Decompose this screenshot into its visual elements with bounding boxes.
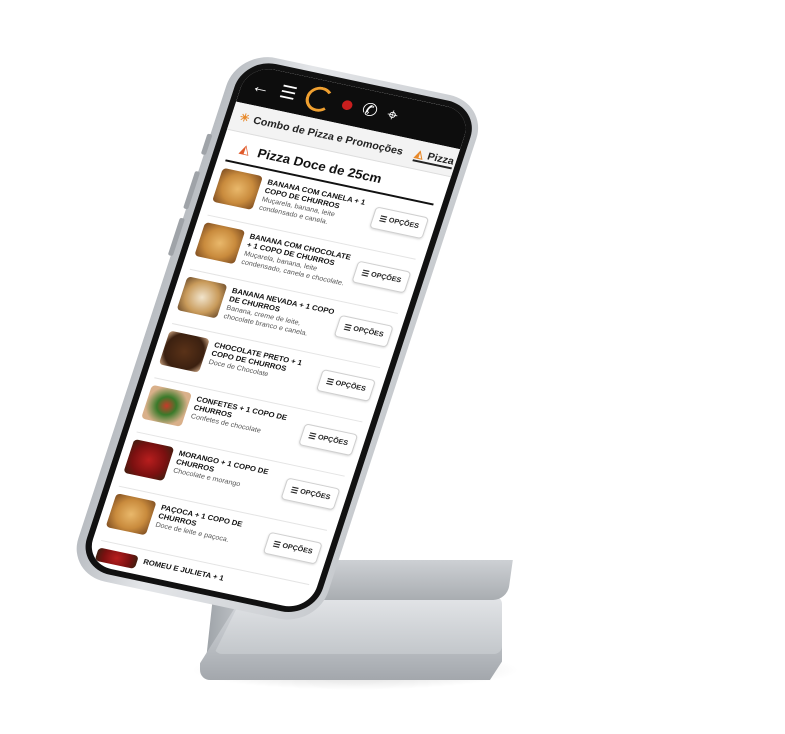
options-label: OPÇÕES <box>316 434 349 448</box>
list-icon: ☰ <box>324 377 335 388</box>
list-icon: ☰ <box>360 268 371 279</box>
options-label: OPÇÕES <box>352 325 385 339</box>
notification-dot <box>340 99 354 111</box>
options-label: OPÇÕES <box>387 217 420 231</box>
phone: ← ☰ ✆ ⌖ ☀ Combo de Pizza e Promoções ◭ P… <box>66 50 488 627</box>
tab-pizza[interactable]: ◭ Pizza <box>412 147 456 170</box>
sun-icon: ☀ <box>237 111 252 126</box>
options-button[interactable]: ☰ OPÇÕES <box>262 531 323 565</box>
list-icon: ☰ <box>378 214 389 225</box>
tab-label: Pizza <box>425 150 456 168</box>
options-button[interactable]: ☰ OPÇÕES <box>280 477 341 511</box>
product-image <box>158 330 210 373</box>
options-button[interactable]: ☰ OPÇÕES <box>298 423 359 457</box>
product-image <box>194 222 246 265</box>
list-icon: ☰ <box>307 431 318 442</box>
pizza-icon: ◭ <box>413 148 426 162</box>
map-icon[interactable]: ⌖ <box>384 104 400 125</box>
options-button[interactable]: ☰ OPÇÕES <box>369 206 430 240</box>
options-button[interactable]: ☰ OPÇÕES <box>333 314 394 348</box>
hamburger-menu-icon[interactable]: ☰ <box>277 82 299 104</box>
product-image <box>123 438 175 482</box>
list-icon: ☰ <box>289 485 300 496</box>
product-image <box>176 276 228 319</box>
options-label: OPÇÕES <box>334 379 367 393</box>
brand-logo[interactable] <box>302 84 337 115</box>
back-arrow-icon[interactable]: ← <box>249 76 273 99</box>
product-image <box>212 167 264 210</box>
product-image <box>141 384 193 427</box>
options-label: OPÇÕES <box>298 488 332 502</box>
options-label: OPÇÕES <box>281 542 314 556</box>
product-image <box>105 493 157 536</box>
list-icon: ☰ <box>342 322 353 333</box>
pizza-slice-icon: ◭ <box>237 140 253 158</box>
options-button[interactable]: ☰ OPÇÕES <box>315 369 376 402</box>
list-icon: ☰ <box>271 539 282 550</box>
options-label: OPÇÕES <box>369 271 402 285</box>
whatsapp-icon[interactable]: ✆ <box>359 99 380 121</box>
options-button[interactable]: ☰ OPÇÕES <box>351 260 412 294</box>
